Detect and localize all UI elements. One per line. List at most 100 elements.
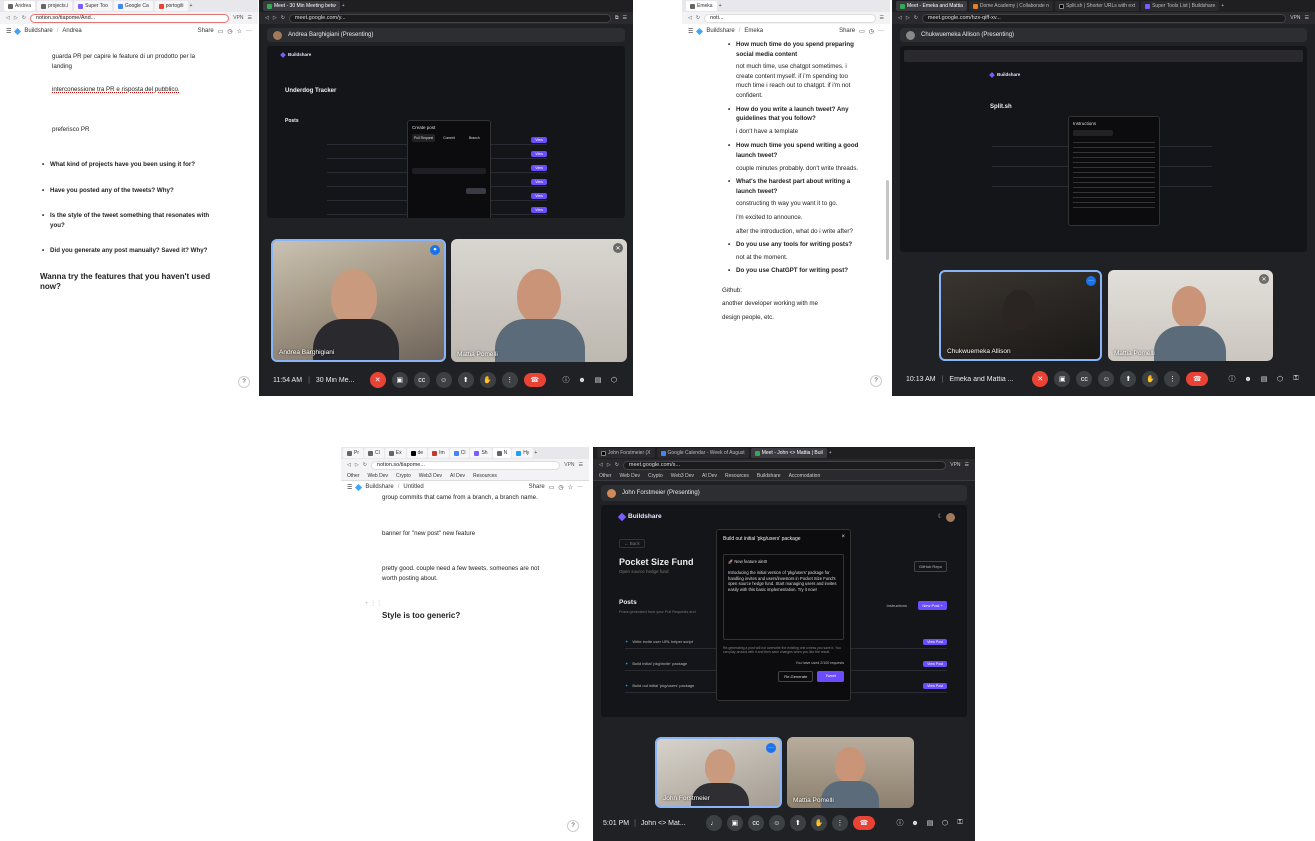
- participant-tile[interactable]: ✕ Mattia Pomelli: [1108, 270, 1273, 361]
- menu-icon[interactable]: ☰: [965, 462, 969, 468]
- url-field[interactable]: meet.google.com/s...: [622, 460, 947, 470]
- info-icon[interactable]: ⓘ: [561, 375, 571, 385]
- text-block[interactable]: another developer working with me: [722, 299, 862, 309]
- back-icon[interactable]: ◁: [898, 15, 902, 21]
- tab[interactable]: Andrea: [4, 1, 36, 11]
- sidebar-toggle-icon[interactable]: ☰: [6, 28, 11, 35]
- view-post-button[interactable]: View: [531, 151, 547, 157]
- menu-icon[interactable]: ☰: [248, 15, 252, 21]
- tab[interactable]: Meet - 30 Min Meeting betw: [263, 1, 340, 11]
- captions-icon[interactable]: cc: [413, 372, 430, 388]
- bookmark-folder[interactable]: AI Dev: [450, 473, 465, 479]
- captions-icon[interactable]: cc: [1076, 371, 1093, 387]
- more-options-icon[interactable]: ⋮: [831, 815, 848, 831]
- regenerate-button[interactable]: Re-Generate: [778, 670, 814, 682]
- list-item[interactable]: How much time do you spend preparing soc…: [726, 40, 862, 59]
- comment-icon[interactable]: ▭: [549, 484, 555, 491]
- reload-icon[interactable]: ↻: [281, 15, 285, 21]
- view-post-button[interactable]: View: [531, 165, 547, 171]
- answer-text[interactable]: i don't have a template: [726, 127, 862, 137]
- answer-text[interactable]: couple minutes probably. don't write thr…: [726, 164, 862, 174]
- bookmark-folder[interactable]: AI Dev: [702, 473, 717, 479]
- new-tab-icon[interactable]: +: [342, 3, 345, 9]
- text-block[interactable]: pretty good. couple need a few tweets. s…: [382, 564, 551, 583]
- more-options-icon[interactable]: ⋮: [1164, 371, 1181, 387]
- tab[interactable]: Hy: [512, 448, 534, 458]
- view-post-button[interactable]: View Post: [923, 682, 947, 689]
- camera-icon[interactable]: ▣: [391, 372, 408, 388]
- sidebar-toggle-icon[interactable]: ☰: [688, 28, 693, 35]
- raise-hand-icon[interactable]: ✋: [810, 815, 827, 831]
- url-field[interactable]: notion.so/tiapome/And...: [29, 13, 230, 23]
- tab[interactable]: John Forstmeier (X: [597, 448, 655, 458]
- back-icon[interactable]: ◁: [6, 15, 10, 21]
- leave-call-button[interactable]: ☎: [852, 816, 875, 830]
- reload-icon[interactable]: ↻: [914, 15, 918, 21]
- view-post-button[interactable]: View Post: [923, 660, 947, 667]
- list-item[interactable]: What kind of projects have you been usin…: [40, 160, 220, 170]
- tab[interactable]: Ex: [384, 448, 406, 458]
- leave-call-button[interactable]: ☎: [1186, 372, 1209, 386]
- text-block[interactable]: Github:: [722, 286, 862, 296]
- back-link[interactable]: ← Back: [619, 539, 645, 548]
- help-button[interactable]: ?: [870, 375, 882, 387]
- activities-icon[interactable]: ⬡: [609, 375, 619, 385]
- help-button[interactable]: ?: [238, 376, 250, 388]
- select-field[interactable]: [412, 168, 486, 174]
- tab-branch[interactable]: Branch: [463, 134, 486, 142]
- scrollbar[interactable]: [886, 180, 889, 260]
- view-post-button[interactable]: View: [531, 179, 547, 185]
- answer-text[interactable]: not at the moment.: [726, 253, 862, 263]
- url-field[interactable]: noti...: [704, 13, 876, 23]
- emoji-icon[interactable]: ☺: [1098, 371, 1115, 387]
- mic-off-icon[interactable]: ✕: [1032, 371, 1049, 387]
- back-icon[interactable]: ◁: [599, 462, 603, 468]
- tab[interactable]: Sh: [470, 448, 492, 458]
- clock-icon[interactable]: ◷: [227, 28, 232, 35]
- more-icon[interactable]: ···: [577, 484, 583, 490]
- new-post-button[interactable]: New Post +: [918, 601, 947, 610]
- tab[interactable]: Cl: [449, 448, 470, 458]
- raise-hand-icon[interactable]: ✋: [479, 372, 496, 388]
- info-icon[interactable]: ⓘ: [1227, 374, 1237, 384]
- view-post-button[interactable]: View: [531, 207, 547, 213]
- camera-icon[interactable]: ▣: [1054, 371, 1071, 387]
- more-options-icon[interactable]: ⋮: [501, 372, 518, 388]
- clock-icon[interactable]: ◷: [869, 28, 874, 35]
- drag-handle-icon[interactable]: + ⋮⋮: [365, 600, 382, 607]
- tab[interactable]: Dome Academy | Collaborate n: [968, 1, 1053, 11]
- tab[interactable]: projects.i: [37, 1, 73, 11]
- menu-icon[interactable]: ☰: [623, 15, 627, 21]
- new-tab-icon[interactable]: +: [534, 450, 537, 456]
- text-block[interactable]: guarda PR per capire le feature di un pr…: [40, 52, 210, 71]
- list-item[interactable]: Do you use any tools for writing posts?: [726, 240, 862, 250]
- forward-icon[interactable]: ▷: [607, 462, 611, 468]
- new-tab-icon[interactable]: +: [190, 3, 193, 9]
- breadcrumb-page[interactable]: Emeka: [744, 28, 763, 34]
- people-icon[interactable]: ☻: [1243, 374, 1253, 384]
- bookmark-folder[interactable]: Web Dev: [620, 473, 640, 479]
- url-field[interactable]: meet.google.com/y...: [288, 13, 611, 23]
- star-icon[interactable]: ☆: [237, 28, 242, 35]
- bookmark-folder[interactable]: Accomodation: [789, 473, 821, 479]
- tab[interactable]: Google Ca: [113, 1, 153, 11]
- forward-icon[interactable]: ▷: [906, 15, 910, 21]
- sidebar-toggle-icon[interactable]: ☰: [347, 484, 352, 491]
- bookmark-folder[interactable]: Other: [599, 473, 612, 479]
- people-icon[interactable]: ☻: [577, 375, 587, 385]
- more-options-icon[interactable]: ···: [766, 743, 776, 753]
- tab[interactable]: de: [406, 448, 428, 458]
- activities-icon[interactable]: ⬡: [1275, 374, 1285, 384]
- github-repo-button[interactable]: GitHub Repo: [913, 561, 947, 572]
- tab-pull-request[interactable]: [1073, 130, 1113, 136]
- chat-icon[interactable]: ▤: [593, 375, 603, 385]
- mic-off-icon[interactable]: ✕: [369, 372, 386, 388]
- participant-tile[interactable]: ··· Chukwuemeka Allison: [939, 270, 1102, 361]
- heading[interactable]: Style is too generic?: [382, 611, 551, 621]
- bookmark-folder[interactable]: Resources: [725, 473, 749, 479]
- view-post-button[interactable]: View Post: [923, 638, 947, 645]
- reload-icon[interactable]: ↻: [22, 15, 26, 21]
- reload-icon[interactable]: ↻: [615, 462, 619, 468]
- host-controls-icon[interactable]: ⚿: [1291, 374, 1301, 384]
- more-options-icon[interactable]: ···: [1086, 276, 1096, 286]
